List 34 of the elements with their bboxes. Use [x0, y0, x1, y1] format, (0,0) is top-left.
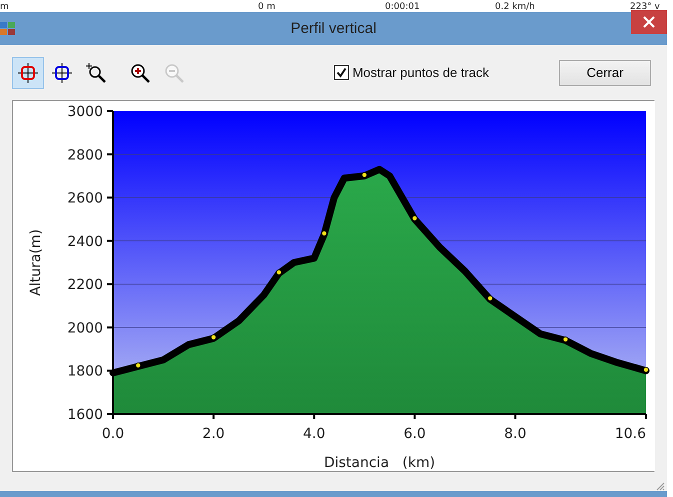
window-title: Perfil vertical: [290, 20, 378, 37]
zoom-in-icon: [129, 62, 151, 84]
close-dialog-button[interactable]: Cerrar: [559, 60, 651, 86]
x-tick-label: 10.6: [614, 426, 646, 442]
x-axis-title: Distancia (km): [324, 455, 436, 469]
x-tick-label: 8.0: [504, 426, 526, 442]
app-icon: [0, 20, 16, 36]
resize-grip-icon[interactable]: [655, 481, 665, 491]
crosshair-icon: [51, 62, 73, 84]
background-text: 0 m: [258, 2, 276, 12]
toolbar-button[interactable]: [12, 56, 44, 88]
checkbox[interactable]: [334, 65, 350, 80]
x-tick-label: 2.0: [202, 426, 225, 442]
background-text: 0:00:01: [385, 2, 420, 12]
background-text: 0.2 km/h: [495, 2, 535, 12]
y-axis-title: Altura(m): [28, 229, 44, 296]
y-tick-label: 2600: [67, 190, 103, 207]
background-text: m: [0, 2, 9, 12]
x-tick-label: 4.0: [303, 426, 326, 442]
x-tick-label: 6.0: [404, 426, 426, 442]
crosshair-icon: [17, 62, 39, 84]
y-tick-label: 3000: [67, 104, 103, 120]
y-tick-label: 2800: [67, 147, 103, 164]
y-tick-label: 1600: [67, 407, 103, 423]
close-button[interactable]: [631, 10, 667, 34]
zoom-out-icon: [163, 62, 185, 84]
y-tick-label: 2000: [67, 320, 103, 336]
y-tick-label: 1800: [67, 364, 103, 380]
zoom-icon: [85, 62, 107, 84]
y-tick-label: 2400: [67, 234, 103, 250]
close-icon: [643, 16, 655, 28]
background-text: 223° v: [630, 2, 660, 12]
x-tick-label: 0.0: [102, 426, 124, 442]
y-tick-label: 2200: [67, 277, 103, 294]
